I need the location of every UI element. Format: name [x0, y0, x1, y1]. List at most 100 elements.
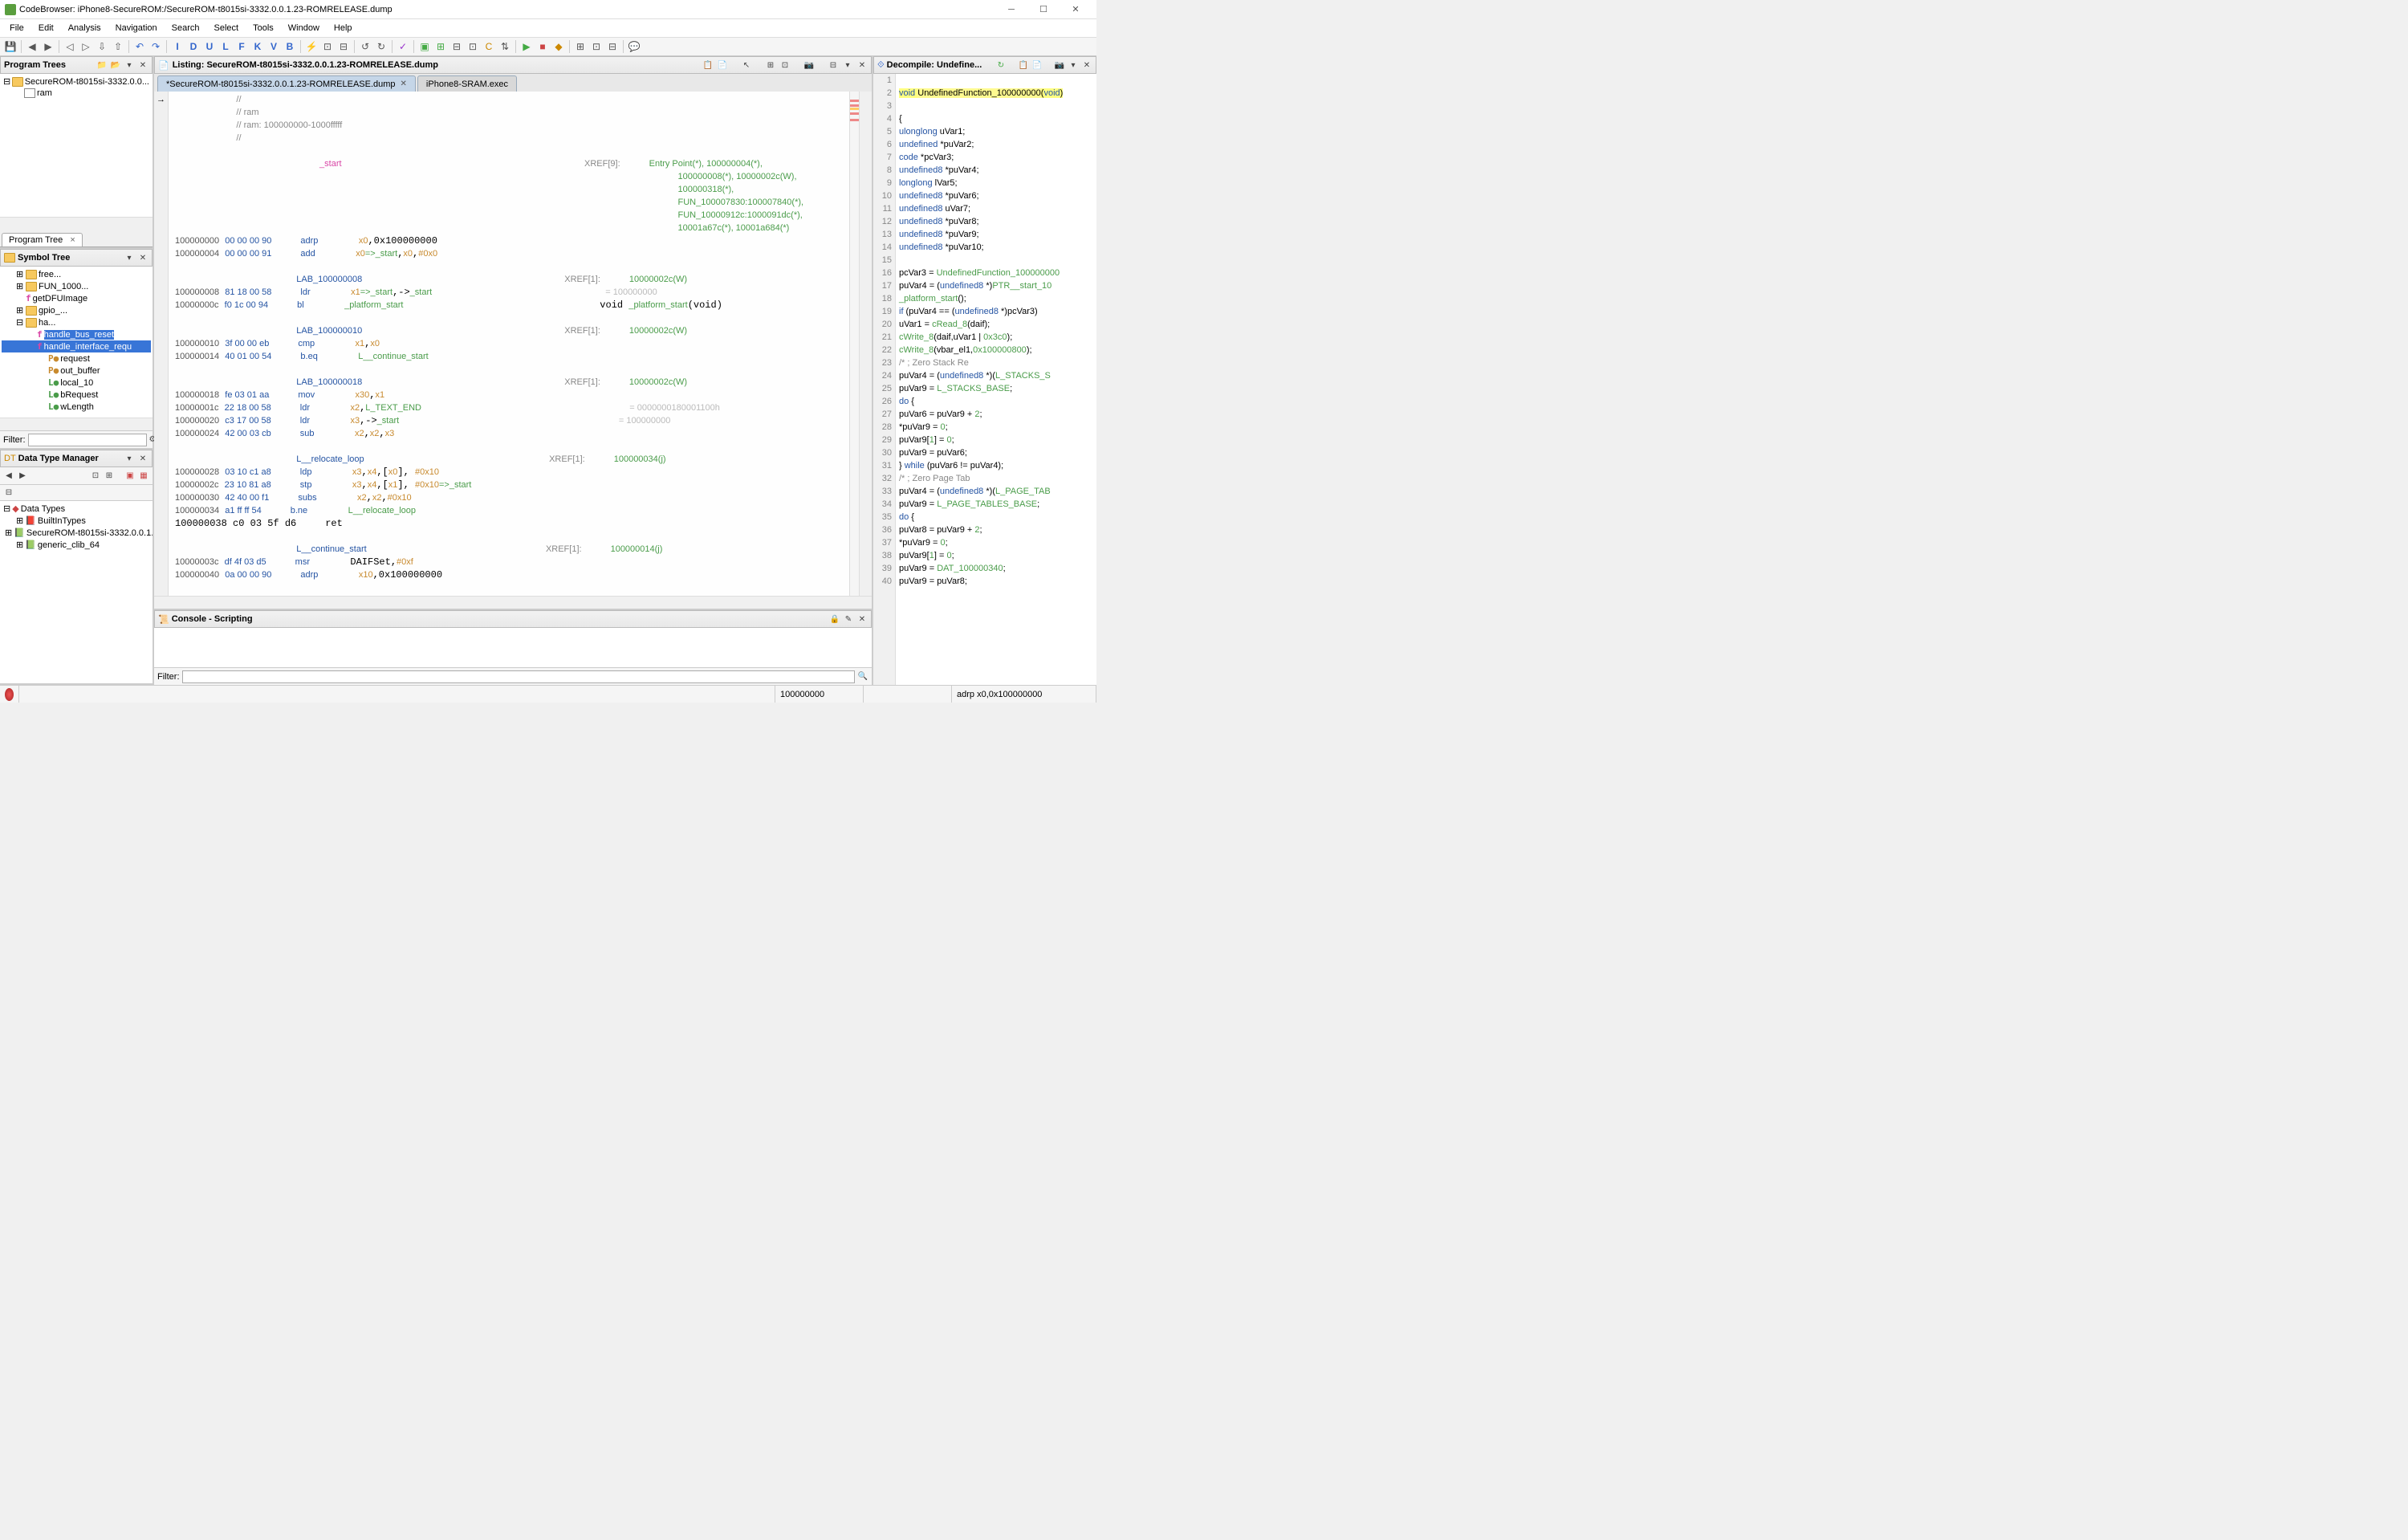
stop-icon[interactable]: ■ — [535, 39, 550, 54]
symbol-wLength[interactable]: L● wLength — [2, 401, 151, 413]
redo-icon[interactable]: ↷ — [148, 39, 163, 54]
l-icon[interactable]: L — [218, 39, 233, 54]
pt-menu-icon[interactable]: ▾ — [124, 59, 135, 71]
v-icon[interactable]: V — [266, 39, 281, 54]
dtm-back-icon[interactable]: ◀ — [3, 471, 14, 482]
listing-scrollv[interactable] — [859, 92, 872, 596]
program-child-ram[interactable]: ram — [2, 88, 151, 99]
dtm-securerom[interactable]: ⊞📗 SecureROM-t8015si-3332.0.0.1.2 — [2, 527, 151, 539]
editor-tab-1[interactable]: iPhone8-SRAM.exec — [417, 75, 517, 92]
listing-minimap[interactable] — [849, 92, 859, 596]
win2-icon[interactable]: ⊡ — [589, 39, 604, 54]
dtm-close-icon[interactable]: ✕ — [137, 453, 148, 464]
program-root[interactable]: ⊟ SecureROM-t8015si-3332.0.0... — [2, 75, 151, 88]
dtm-collapse-icon[interactable]: ⊟ — [3, 487, 14, 499]
tab-close-icon[interactable]: × — [70, 235, 75, 245]
dtm-root[interactable]: ⊟◆ Data Types — [2, 503, 151, 515]
menu-navigation[interactable]: Navigation — [109, 22, 164, 35]
dtm-t3-icon[interactable]: ▣ — [124, 471, 136, 482]
check-icon[interactable]: ✓ — [396, 39, 410, 54]
f-icon[interactable]: F — [234, 39, 249, 54]
dec-snapshot-icon[interactable]: 📷 — [1054, 59, 1065, 71]
dec-refresh-icon[interactable]: ↻ — [995, 59, 1007, 71]
nav2-icon[interactable]: ▷ — [79, 39, 93, 54]
listing-scrollh[interactable] — [154, 596, 872, 609]
menu-analysis[interactable]: Analysis — [62, 22, 108, 35]
console-edit-icon[interactable]: ✎ — [843, 613, 854, 625]
symbol-local_10[interactable]: L● local_10 — [2, 377, 151, 389]
lst-copy-icon[interactable]: 📋 — [702, 59, 714, 71]
back-icon[interactable]: ◀ — [25, 39, 39, 54]
symbol-handle_bus_reset[interactable]: f handle_bus_reset — [2, 328, 151, 340]
dtm-t4-icon[interactable]: ▦ — [138, 471, 149, 482]
dec-copy-icon[interactable]: 📋 — [1018, 59, 1029, 71]
menu-search[interactable]: Search — [165, 22, 206, 35]
tool3-icon[interactable]: ⊟ — [336, 39, 351, 54]
win1-icon[interactable]: ⊞ — [573, 39, 588, 54]
tool1-icon[interactable]: ⚡ — [304, 39, 319, 54]
console-close-icon[interactable]: ✕ — [856, 613, 868, 625]
bookmark4-icon[interactable]: ⊡ — [466, 39, 480, 54]
lst-menu-icon[interactable]: ▾ — [842, 59, 853, 71]
console-filter-icon[interactable]: 🔍 — [857, 671, 868, 682]
u-icon[interactable]: U — [202, 39, 217, 54]
symbol-request[interactable]: P● request — [2, 352, 151, 365]
decompile-code[interactable]: void UndefinedFunction_100000000(void) {… — [896, 74, 1096, 685]
bookmark2-icon[interactable]: ⊞ — [433, 39, 448, 54]
lst-t2-icon[interactable]: ⊡ — [779, 59, 791, 71]
menu-help[interactable]: Help — [327, 22, 359, 35]
dtm-builtin[interactable]: ⊞📕 BuiltInTypes — [2, 515, 151, 527]
disassembly-area[interactable]: // // ram // ram: 100000000-1000fffff //… — [169, 92, 849, 596]
minimize-button[interactable]: ─ — [995, 1, 1027, 18]
symbol-free-[interactable]: ⊞ free... — [2, 268, 151, 280]
symbol-getDFUImage[interactable]: f getDFUImage — [2, 292, 151, 304]
program-tree-tab[interactable]: Program Tree × — [2, 233, 83, 246]
menu-select[interactable]: Select — [208, 22, 246, 35]
dec-export-icon[interactable]: 📄 — [1031, 59, 1043, 71]
lst-cursor-icon[interactable]: ↖ — [741, 59, 752, 71]
dec-close-icon[interactable]: ✕ — [1081, 59, 1092, 71]
k-icon[interactable]: K — [250, 39, 265, 54]
symbol-bRequest[interactable]: L● bRequest — [2, 389, 151, 401]
st-filter-input[interactable] — [28, 434, 147, 446]
console-filter-input[interactable] — [182, 670, 856, 683]
pt-btn1-icon[interactable]: 📁 — [96, 59, 108, 71]
st-menu-icon[interactable]: ▾ — [124, 252, 135, 263]
dec-menu-icon[interactable]: ▾ — [1068, 59, 1079, 71]
pt-close-icon[interactable]: ✕ — [137, 59, 148, 71]
pt-scrollh[interactable] — [0, 217, 153, 230]
dtm-t2-icon[interactable]: ⊞ — [104, 471, 115, 482]
tab0-close-icon[interactable]: ✕ — [401, 79, 407, 88]
symbol-ha-[interactable]: ⊟ ha... — [2, 316, 151, 328]
lst-close-icon[interactable]: ✕ — [856, 59, 868, 71]
status-icon[interactable] — [5, 688, 14, 701]
save-icon[interactable]: 💾 — [3, 39, 18, 54]
diamond-icon[interactable]: ◆ — [551, 39, 566, 54]
dtm-generic[interactable]: ⊞📗 generic_clib_64 — [2, 539, 151, 551]
close-button[interactable]: ✕ — [1060, 1, 1092, 18]
maximize-button[interactable]: ☐ — [1027, 1, 1060, 18]
tool4-icon[interactable]: ↺ — [358, 39, 372, 54]
symbol-gpio_-[interactable]: ⊞ gpio_... — [2, 304, 151, 316]
dtm-t1-icon[interactable]: ⊡ — [90, 471, 101, 482]
win3-icon[interactable]: ⊟ — [605, 39, 620, 54]
symbol-handle_interface_requ[interactable]: f handle_interface_requ — [2, 340, 151, 352]
menu-file[interactable]: File — [3, 22, 31, 35]
run-icon[interactable]: ▶ — [519, 39, 534, 54]
console-lock-icon[interactable]: 🔒 — [829, 613, 840, 625]
nav3-icon[interactable]: ⇩ — [95, 39, 109, 54]
editor-tab-0[interactable]: *SecureROM-t8015si-3332.0.0.1.23-ROMRELE… — [157, 75, 416, 92]
lst-t3-icon[interactable]: ⊟ — [828, 59, 839, 71]
nav4-icon[interactable]: ⇧ — [111, 39, 125, 54]
lst-paste-icon[interactable]: 📄 — [717, 59, 728, 71]
menu-window[interactable]: Window — [282, 22, 326, 35]
bookmark3-icon[interactable]: ⊟ — [449, 39, 464, 54]
tool2-icon[interactable]: ⊡ — [320, 39, 335, 54]
tool5-icon[interactable]: ↻ — [374, 39, 388, 54]
menu-tools[interactable]: Tools — [246, 22, 280, 35]
menu-edit[interactable]: Edit — [32, 22, 60, 35]
symbol-out_buffer[interactable]: P● out_buffer — [2, 365, 151, 377]
dtm-fwd-icon[interactable]: ▶ — [17, 471, 28, 482]
nav1-icon[interactable]: ◁ — [63, 39, 77, 54]
lst-t1-icon[interactable]: ⊞ — [765, 59, 776, 71]
